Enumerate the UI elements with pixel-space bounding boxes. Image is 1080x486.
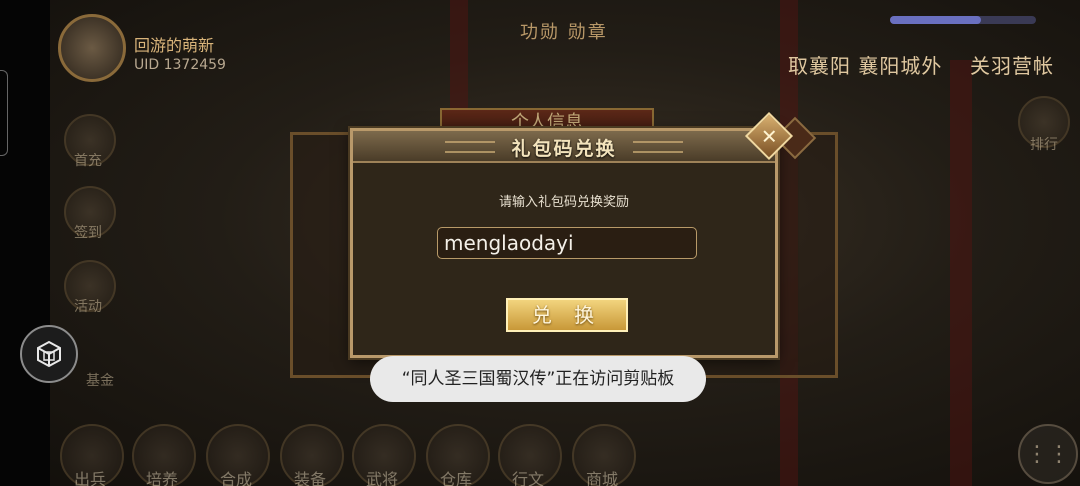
side-label-activity: 活动 [74,299,102,315]
side-label-fund: 基金 [86,373,114,389]
player-name: 回游的萌新 [134,36,215,55]
dialog-prompt: 请输入礼包码兑换奖励 [498,195,629,210]
edge-swipe-handle[interactable] [0,70,8,156]
top-center-label[interactable]: 功勋 勋章 [520,18,608,44]
side-label-ranking: 排行 [1030,137,1058,153]
assistive-ball[interactable] [20,325,78,383]
more-menu-button[interactable]: ⋮⋮ [1018,424,1078,484]
clipboard-toast: “同人圣三国蜀汉传”正在访问剪贴板 [370,356,706,402]
bottom-label-5: 武将 [365,470,398,486]
progress-bar [890,16,1036,24]
bottom-label-6: 仓库 [439,470,472,486]
bottom-label-3: 合成 [219,470,252,486]
side-label-signin: 签到 [74,225,102,241]
location-label-2[interactable]: 关羽营帐 [970,50,1054,79]
bottom-label-4: 装备 [293,470,326,486]
left-system-strip [0,0,50,486]
dialog-header: 礼包码兑换 [353,131,775,163]
bottom-label-8: 商城 [585,470,618,486]
bottom-label-7: 行文 [511,470,544,486]
cube-icon [37,340,61,368]
red-pillar [950,60,972,486]
close-icon: ✕ [760,123,778,148]
gift-code-input[interactable] [437,227,697,259]
gift-code-dialog: 礼包码兑换 请输入礼包码兑换奖励 兑 换 [350,128,778,358]
dialog-title: 礼包码兑换 [511,138,617,160]
side-label-first-recharge: 首充 [74,153,102,169]
bottom-label-2: 培养 [145,470,178,486]
red-pillar [450,0,468,110]
redeem-button[interactable]: 兑 换 [506,298,628,332]
progress-fill [890,16,981,24]
bottom-label-1: 出兵 [73,470,106,486]
more-icon: ⋮⋮ [1026,441,1070,467]
location-label-1[interactable]: 取襄阳 襄阳城外 [788,50,942,79]
game-screen: 回游的萌新 UID 1372459 功勋 勋章 取襄阳 襄阳城外 关羽营帐 首充… [0,0,1080,486]
player-uid: UID 1372459 [134,57,226,73]
player-avatar[interactable] [58,14,126,82]
